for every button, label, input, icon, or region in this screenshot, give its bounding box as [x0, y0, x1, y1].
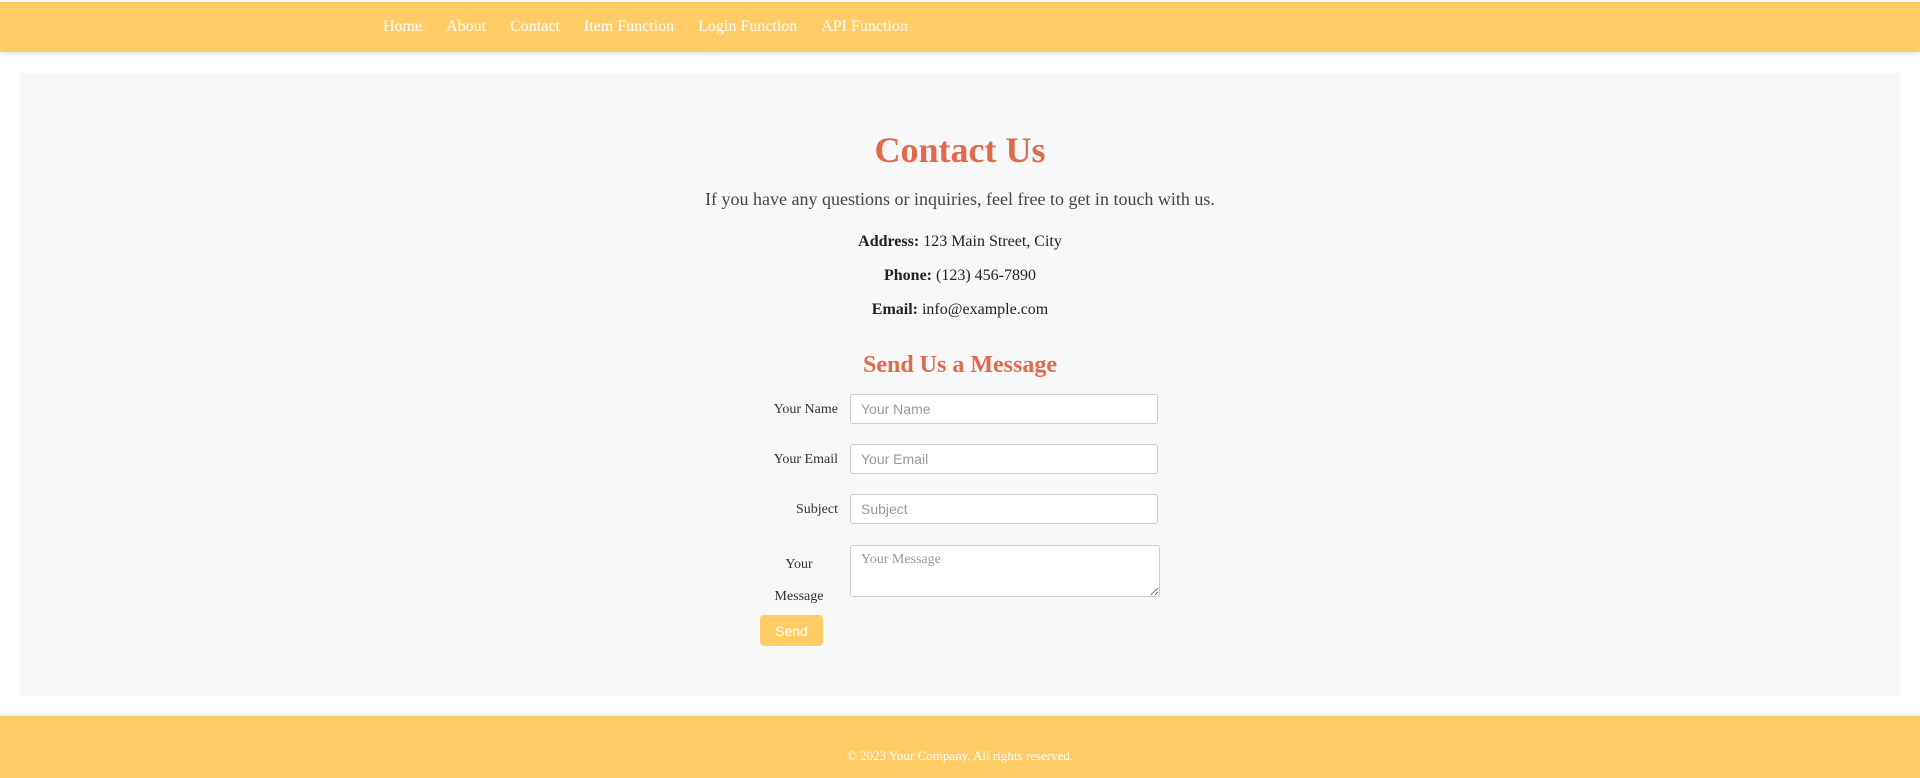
address-line: Address: 123 Main Street, City	[0, 232, 1920, 252]
email-label: Email:	[871, 301, 918, 318]
nav-links: Home About Contact Item Function Login F…	[383, 2, 908, 52]
message-form-title: Send Us a Message	[862, 352, 1057, 378]
phone-value: (123) 456-7890	[936, 267, 1036, 284]
nav-contact-link[interactable]: Contact	[510, 18, 560, 36]
message-label: Your Message	[774, 557, 824, 604]
subject-label: Subject	[796, 502, 838, 517]
address-label: Address:	[858, 233, 920, 250]
nav-api-function-link[interactable]: API Function	[821, 18, 908, 36]
top-navbar: Home About Contact Item Function Login F…	[0, 2, 1920, 52]
email-value: info@example.com	[921, 301, 1049, 318]
nav-login-function-link[interactable]: Login Function	[698, 18, 797, 36]
message-textarea[interactable]	[850, 545, 1160, 597]
name-input[interactable]	[850, 394, 1158, 424]
name-label: Your Name	[773, 402, 838, 417]
nav-item-function-link[interactable]: Item Function	[584, 18, 674, 36]
email-line: Email: info@example.com	[0, 300, 1920, 320]
email-input[interactable]	[850, 444, 1158, 474]
footer-copyright: © 2023 Your Company. All rights reserved…	[846, 748, 1074, 763]
page-footer: © 2023 Your Company. All rights reserved…	[0, 716, 1920, 778]
send-button[interactable]: Send	[760, 615, 823, 646]
nav-about-link[interactable]: About	[446, 18, 486, 36]
address-value: 123 Main Street, City	[923, 233, 1062, 250]
email-field-label: Your Email	[773, 452, 838, 467]
phone-line: Phone: (123) 456-7890	[0, 266, 1920, 286]
subject-input[interactable]	[850, 494, 1158, 524]
page-title: Contact Us	[874, 130, 1046, 170]
intro-text: If you have any questions or inquiries, …	[705, 189, 1215, 209]
nav-home-link[interactable]: Home	[383, 18, 422, 36]
phone-label: Phone:	[884, 267, 932, 284]
